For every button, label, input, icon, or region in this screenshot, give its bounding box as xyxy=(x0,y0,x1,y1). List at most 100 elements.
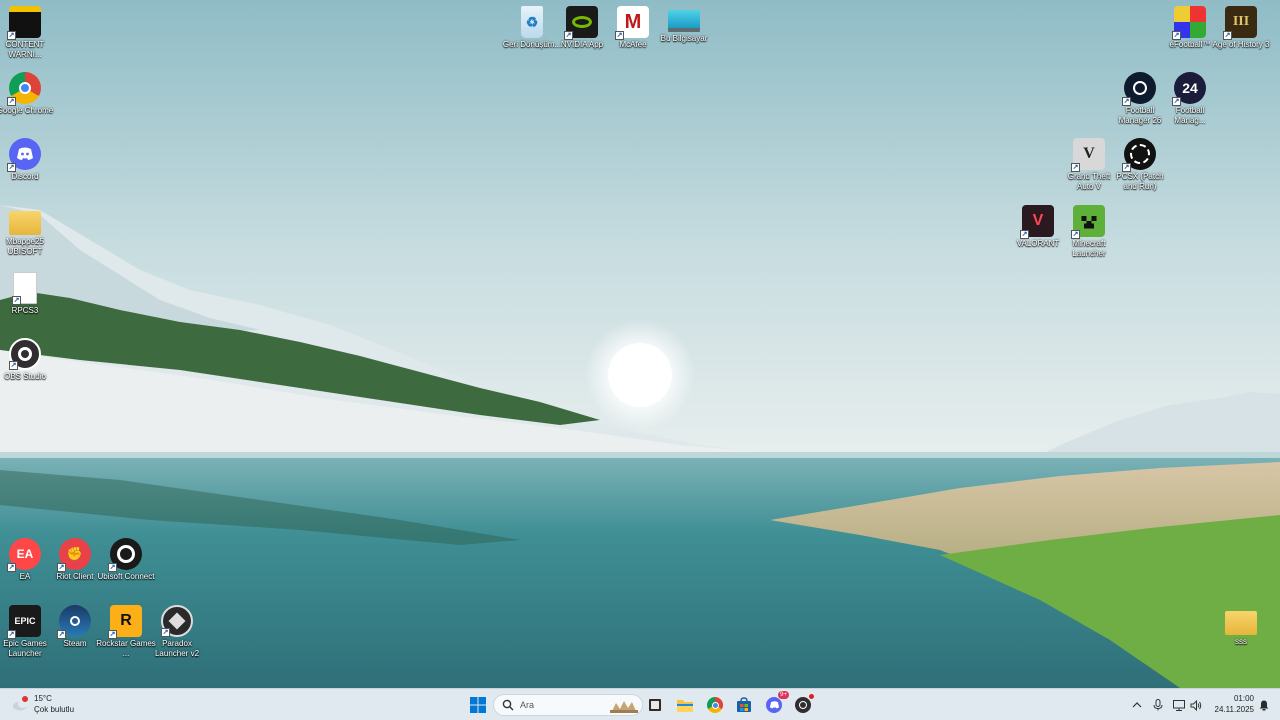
paradox-icon: ↗ xyxy=(161,605,193,637)
obs-taskbar-button[interactable] xyxy=(791,693,815,717)
fm24-icon: 24 ↗ xyxy=(1172,72,1206,106)
microphone-tray[interactable] xyxy=(1150,697,1166,713)
microphone-icon xyxy=(1153,699,1163,711)
nvidia-icon: ↗ xyxy=(564,6,598,40)
rockstar-icon: R ↗ xyxy=(108,605,142,639)
discord-icon xyxy=(766,697,782,713)
valorant-icon: V ↗ xyxy=(1020,205,1054,239)
shortcut-arrow-icon: ↗ xyxy=(1071,163,1080,172)
desktop-icon-football-manager-24[interactable]: 24 ↗ Football Manag... xyxy=(1160,72,1220,126)
desktop-icon-minecraft-launcher[interactable]: ↗ Minecraft Launcher xyxy=(1059,205,1119,259)
desktop-icon-age-of-history-3[interactable]: III ↗ Age of History 3 xyxy=(1211,6,1271,50)
notification-bell-icon xyxy=(1259,700,1269,711)
task-view-icon xyxy=(649,699,661,711)
network-tray[interactable] xyxy=(1171,697,1187,713)
ms-store-icon xyxy=(737,697,751,712)
ms-store-button[interactable] xyxy=(732,693,756,717)
discord-icon: ↗ xyxy=(7,138,41,172)
search-highlight-icon xyxy=(610,701,638,713)
weather-condition: Çok bulutlu xyxy=(34,705,75,714)
desktop-wallpaper xyxy=(0,0,1280,688)
ea-icon: EA ↗ xyxy=(7,538,41,572)
obs-icon xyxy=(795,697,811,713)
file-explorer-icon xyxy=(677,700,693,712)
shortcut-arrow-icon: ↗ xyxy=(615,31,624,40)
desktop-icon-this-pc[interactable]: Bu Bilgisayar xyxy=(654,6,714,44)
network-icon xyxy=(1173,699,1185,711)
weather-temperature: 15°C xyxy=(34,694,52,703)
fm26-icon: ↗ xyxy=(1122,72,1156,106)
file-icon: ↗ xyxy=(12,272,37,305)
minecraft-icon: ↗ xyxy=(1071,205,1105,239)
folder-icon xyxy=(9,211,41,235)
file-explorer-button[interactable] xyxy=(673,693,697,717)
pcsx-icon: ↗ xyxy=(1122,138,1156,172)
task-view-button[interactable] xyxy=(643,693,667,717)
desktop-icon-sss-folder[interactable]: sss xyxy=(1211,605,1271,647)
search-icon xyxy=(502,699,514,711)
recording-indicator xyxy=(809,694,814,699)
taskbar-search[interactable]: Ara xyxy=(493,694,643,716)
shortcut-arrow-icon: ↗ xyxy=(7,97,16,106)
desktop-icon-google-chrome[interactable]: ↗ Google Chrome xyxy=(0,72,55,116)
shortcut-arrow-icon: ↗ xyxy=(7,630,16,639)
content-warning-icon: ↗ xyxy=(7,6,41,40)
shortcut-arrow-icon: ↗ xyxy=(1122,163,1131,172)
desktop-icon-paradox-launcher[interactable]: ↗ Paradox Launcher v2 xyxy=(147,605,207,659)
shortcut-arrow-icon: ↗ xyxy=(1172,31,1181,40)
ubisoft-icon: ↗ xyxy=(108,538,142,572)
shortcut-arrow-icon: ↗ xyxy=(564,31,573,40)
shortcut-arrow-icon: ↗ xyxy=(161,628,170,637)
desktop-icon-ubisoft-connect[interactable]: ↗ Ubisoft Connect xyxy=(96,538,156,582)
shortcut-arrow-icon: ↗ xyxy=(1223,31,1232,40)
start-icon xyxy=(470,697,486,713)
epic-icon: EPIC ↗ xyxy=(7,605,41,639)
riot-icon: ✊ ↗ xyxy=(57,538,91,572)
chrome-taskbar-button[interactable] xyxy=(703,693,727,717)
desktop-icon-mbappe25-folder[interactable]: Mbappe25 UBISOFT xyxy=(0,205,55,257)
recycle-bin-icon: ♻ xyxy=(521,6,543,38)
shortcut-arrow-icon: ↗ xyxy=(57,563,66,572)
chrome-icon xyxy=(707,697,723,713)
this-pc-icon xyxy=(668,10,700,32)
shortcut-arrow-icon: ↗ xyxy=(1122,97,1131,106)
shortcut-arrow-icon: ↗ xyxy=(7,163,16,172)
desktop-icon-discord[interactable]: ↗ Discord xyxy=(0,138,55,182)
taskbar-clock[interactable]: 01:00 24.11.2025 xyxy=(1206,693,1254,715)
cloud-weather-icon xyxy=(13,696,28,711)
notification-center-button[interactable] xyxy=(1256,697,1272,713)
clock-date: 24.11.2025 xyxy=(1214,705,1254,714)
folder-icon xyxy=(1225,611,1257,635)
desktop-icon-obs-studio[interactable]: ↗ OBS Studio xyxy=(0,338,55,382)
show-hidden-icons-button[interactable] xyxy=(1129,697,1145,713)
shortcut-arrow-icon: ↗ xyxy=(108,630,117,639)
discord-notification-badge: 9+ xyxy=(778,691,789,699)
mcafee-icon: M ↗ xyxy=(615,6,649,40)
discord-taskbar-button[interactable]: 9+ xyxy=(762,691,789,717)
chevron-up-icon xyxy=(1132,702,1142,708)
chrome-icon: ↗ xyxy=(7,72,41,106)
start-button[interactable] xyxy=(466,693,490,717)
volume-tray[interactable] xyxy=(1188,697,1204,713)
obs-icon: ↗ xyxy=(9,338,41,370)
desktop-icon-rpcs3[interactable]: ↗ RPCS3 xyxy=(0,272,55,316)
shortcut-arrow-icon: ↗ xyxy=(7,563,16,572)
shortcut-arrow-icon: ↗ xyxy=(1071,230,1080,239)
shortcut-arrow-icon: ↗ xyxy=(1020,230,1029,239)
desktop-icon-content-warning[interactable]: ↗ CONTENT WARNI... xyxy=(0,6,55,60)
shortcut-arrow-icon: ↗ xyxy=(108,563,117,572)
shortcut-arrow-icon: ↗ xyxy=(9,361,18,370)
efootball-icon: ↗ xyxy=(1172,6,1206,40)
gta-icon: V ↗ xyxy=(1071,138,1105,172)
shortcut-arrow-icon: ↗ xyxy=(7,31,16,40)
clock-time: 01:00 xyxy=(1233,694,1254,703)
shortcut-arrow-icon: ↗ xyxy=(1172,97,1181,106)
weather-widget[interactable]: 15°C Çok bulutlu xyxy=(12,693,102,717)
shortcut-arrow-icon: ↗ xyxy=(12,296,21,305)
desktop-icon-pcsx[interactable]: ↗ PCSX (Patch and Run) xyxy=(1110,138,1170,192)
steam-icon: ↗ xyxy=(57,605,91,639)
volume-icon xyxy=(1190,699,1202,711)
shortcut-arrow-icon: ↗ xyxy=(57,630,66,639)
taskbar: 15°C Çok bulutlu Ara 9+ 01:00 24.11.2025 xyxy=(0,688,1280,720)
search-placeholder: Ara xyxy=(520,700,535,710)
